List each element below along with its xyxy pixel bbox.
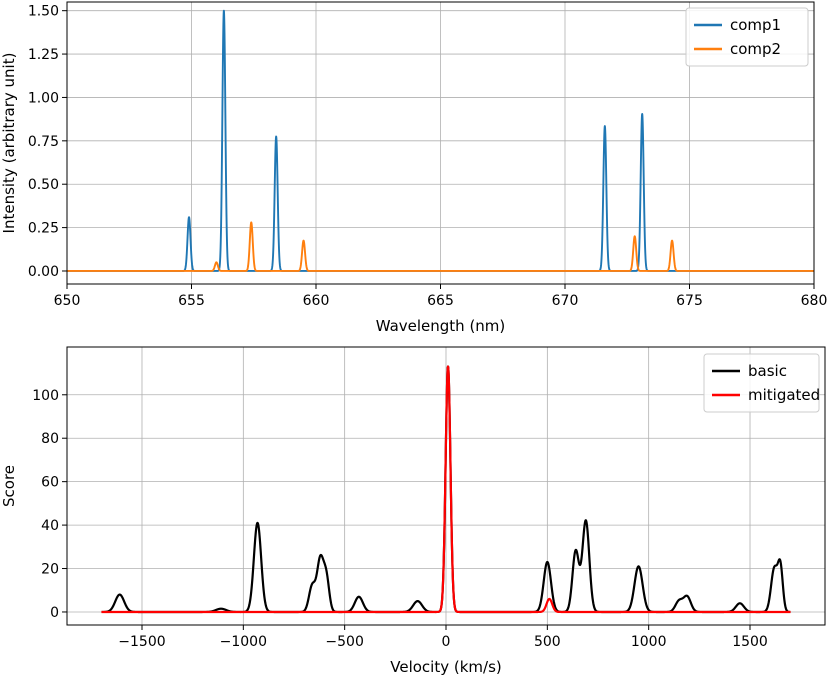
x-tick-label: 660: [303, 293, 330, 309]
x-tick-label: −1500: [118, 634, 165, 650]
x-tick-label: −1000: [220, 634, 267, 650]
y-tick-label: 0.00: [28, 264, 59, 280]
x-tick-label: 675: [676, 293, 703, 309]
x-axis-label: Velocity (km/s): [390, 658, 501, 676]
x-tick-label: 650: [54, 293, 81, 309]
y-tick-label: 1.25: [28, 47, 59, 63]
y-tick-label: 1.00: [28, 90, 59, 106]
x-tick-label: 1500: [732, 634, 768, 650]
x-axis-label: Wavelength (nm): [376, 317, 506, 335]
legend-label-comp1: comp1: [730, 16, 781, 34]
legend-label-comp2: comp2: [730, 40, 781, 58]
x-tick-label: −500: [325, 634, 363, 650]
legend: basic mitigated: [703, 353, 820, 413]
y-tick-label: 100: [32, 388, 59, 404]
x-tick-label: 0: [442, 634, 451, 650]
x-tick-label: 670: [552, 293, 579, 309]
figure: 650 655 660 665 670 675 680 0.00 0.25 0.50 0.75 1.0…: [0, 1, 828, 676]
y-axis-label: Intensity (arbitrary unit): [0, 53, 18, 234]
y-tick-label: 20: [41, 562, 59, 578]
y-tick-label: 0.75: [28, 134, 59, 150]
legend-label-mitigated: mitigated: [748, 386, 820, 404]
y-tick-label: 1.50: [28, 4, 59, 20]
x-tick-label: 500: [534, 634, 561, 650]
velocity-score-panel: −1500 −1000 −500 0 500 1000 1500 0 20 40 60 80 100 Ve…: [0, 346, 826, 676]
x-tick-label: 1000: [631, 634, 667, 650]
legend: comp1 comp2: [685, 7, 809, 67]
y-axis-label: Score: [0, 465, 18, 507]
y-tick-label: 0.25: [28, 221, 59, 237]
spectrum-panel: 650 655 660 665 670 675 680 0.00 0.25 0.50 0.75 1.0…: [0, 1, 828, 335]
x-tick-label: 655: [178, 293, 205, 309]
x-tick-label: 680: [801, 293, 828, 309]
y-tick-label: 80: [41, 431, 59, 447]
y-tick-label: 60: [41, 475, 59, 491]
y-tick-label: 0: [50, 605, 59, 621]
x-tick-label: 665: [427, 293, 454, 309]
legend-label-basic: basic: [748, 362, 787, 380]
y-tick-label: 40: [41, 518, 59, 534]
y-tick-label: 0.50: [28, 177, 59, 193]
